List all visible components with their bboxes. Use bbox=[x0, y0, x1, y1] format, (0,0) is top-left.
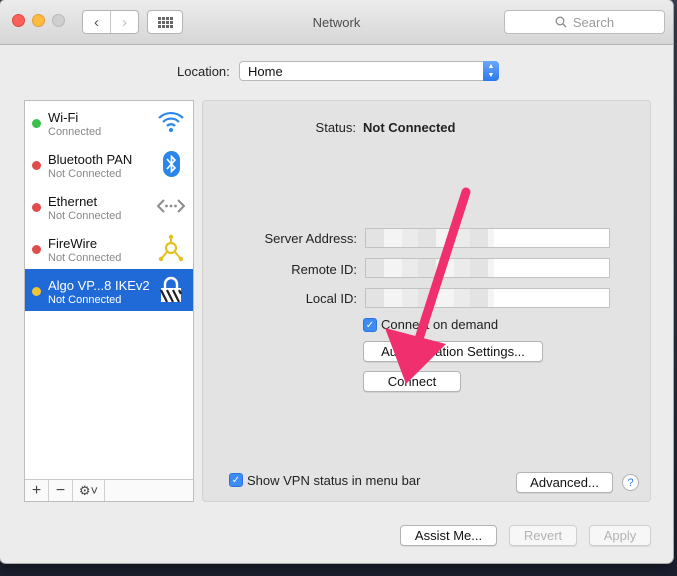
redacted-value bbox=[366, 259, 494, 277]
service-name: Algo VP...8 IKEv2 bbox=[48, 278, 150, 293]
authentication-settings-button[interactable]: Authentication Settings... bbox=[363, 341, 543, 362]
location-popup[interactable]: Home ▲ ▼ bbox=[239, 61, 499, 81]
service-item-wifi[interactable]: Wi-Fi Connected bbox=[25, 101, 193, 143]
local-id-field[interactable] bbox=[365, 288, 610, 308]
bluetooth-icon bbox=[163, 151, 180, 177]
status-dot bbox=[32, 119, 41, 128]
status-dot bbox=[32, 245, 41, 254]
service-item-firewire[interactable]: FireWire Not Connected bbox=[25, 227, 193, 269]
redacted-value bbox=[366, 229, 494, 247]
service-list-toolbar: + − ⚙︎˅ bbox=[25, 479, 193, 501]
remove-service-button[interactable]: − bbox=[49, 480, 73, 501]
service-status: Not Connected bbox=[48, 210, 122, 222]
service-item-algo-vpn[interactable]: Algo VP...8 IKEv2 Not Connected bbox=[25, 269, 193, 311]
service-status: Connected bbox=[48, 126, 102, 138]
service-item-bluetooth-pan[interactable]: Bluetooth PAN Not Connected bbox=[25, 143, 193, 185]
status-dot bbox=[32, 287, 41, 296]
local-id-label: Local ID: bbox=[305, 291, 357, 306]
service-status: Not Connected bbox=[48, 252, 122, 264]
service-name: Wi-Fi bbox=[48, 110, 79, 125]
firewire-icon bbox=[158, 234, 184, 262]
redacted-value bbox=[366, 289, 494, 307]
location-value: Home bbox=[248, 64, 283, 79]
wifi-icon bbox=[158, 111, 184, 132]
service-item-ethernet[interactable]: Ethernet Not Connected bbox=[25, 185, 193, 227]
search-field[interactable]: Search bbox=[504, 10, 665, 34]
search-placeholder: Search bbox=[572, 14, 615, 30]
title-bar: ‹ › Network Search bbox=[0, 0, 673, 45]
connect-on-demand-checkbox[interactable]: ✓ bbox=[363, 318, 377, 332]
status-dot bbox=[32, 203, 41, 212]
updown-chevron-icon: ▲ ▼ bbox=[483, 61, 499, 81]
service-status: Not Connected bbox=[48, 168, 122, 180]
connect-button[interactable]: Connect bbox=[363, 371, 461, 392]
show-vpn-status-checkbox[interactable]: ✓ bbox=[229, 473, 243, 487]
vpn-lock-icon bbox=[160, 276, 182, 303]
service-list: Wi-Fi Connected Bluetooth PAN Not Connec… bbox=[24, 100, 194, 502]
server-address-field[interactable] bbox=[365, 228, 610, 248]
help-button[interactable]: ? bbox=[622, 474, 639, 491]
ethernet-icon bbox=[157, 199, 185, 213]
status-value: Not Connected bbox=[363, 120, 456, 135]
location-label: Location: bbox=[177, 64, 230, 79]
advanced-button[interactable]: Advanced... bbox=[516, 472, 613, 493]
assist-me-button[interactable]: Assist Me... bbox=[400, 525, 497, 546]
service-name: Ethernet bbox=[48, 194, 98, 209]
revert-button[interactable]: Revert bbox=[509, 525, 577, 546]
show-vpn-status-label: Show VPN status in menu bar bbox=[247, 473, 421, 488]
search-icon bbox=[555, 16, 567, 28]
network-preferences-window: ‹ › Network Search Location: Home ▲ ▼ Wi-… bbox=[0, 0, 673, 563]
add-service-button[interactable]: + bbox=[25, 480, 49, 501]
service-name: FireWire bbox=[48, 236, 98, 251]
remote-id-field[interactable] bbox=[365, 258, 610, 278]
status-label: Status: bbox=[315, 120, 356, 135]
server-address-label: Server Address: bbox=[264, 231, 358, 246]
service-name: Bluetooth PAN bbox=[48, 152, 133, 167]
apply-button[interactable]: Apply bbox=[589, 525, 651, 546]
service-status: Not Connected bbox=[48, 294, 122, 306]
remote-id-label: Remote ID: bbox=[291, 262, 357, 277]
status-dot bbox=[32, 161, 41, 170]
connect-on-demand-label: Connect on demand bbox=[381, 317, 499, 332]
gear-icon[interactable]: ⚙︎˅ bbox=[73, 480, 105, 501]
